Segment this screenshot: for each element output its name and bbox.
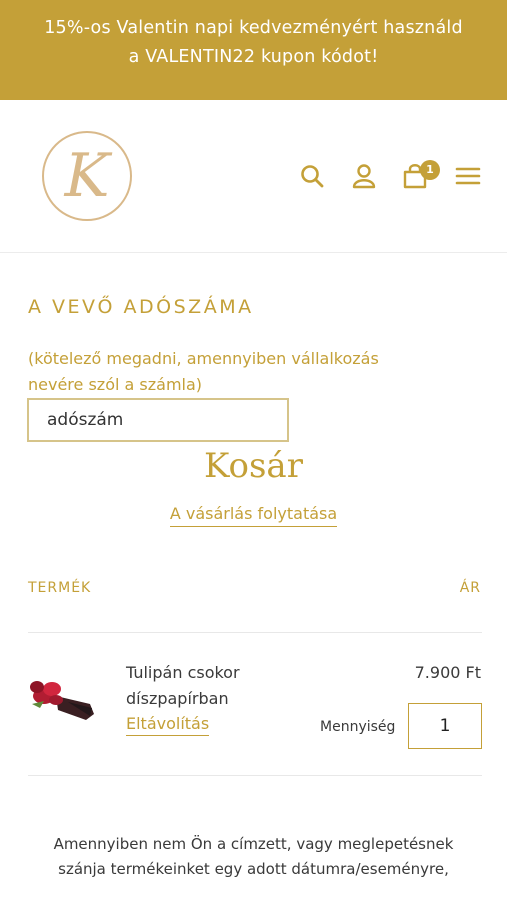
column-header-product: TERMÉK (28, 580, 92, 596)
menu-icon[interactable] (454, 162, 482, 190)
item-price: 7.900 Ft (414, 663, 481, 682)
quantity-input[interactable] (408, 703, 482, 749)
gift-note: Amennyiben nem Ön a címzett, vagy meglep… (20, 832, 487, 882)
promo-line-2: a VALENTIN22 kupon kódot! (128, 47, 379, 67)
gift-note-line-2: szánja termékeinket egy adott dátumra/es… (58, 860, 449, 878)
divider (28, 632, 482, 633)
cart-count-badge: 1 (420, 160, 440, 180)
gift-note-line-1: Amennyiben nem Ön a címzett, vagy meglep… (53, 835, 454, 853)
tax-number-help: (kötelező megadni, amennyiben vállalkozá… (28, 346, 488, 398)
product-name-line-1: Tulipán csokor (126, 663, 240, 682)
quantity-label: Mennyiség (320, 719, 396, 735)
product-image[interactable] (28, 674, 98, 724)
column-header-price: ÁR (459, 580, 481, 596)
site-header: K 1 (0, 100, 507, 253)
tax-help-line-1: (kötelező megadni, amennyiben vállalkozá… (28, 349, 379, 368)
continue-shopping-link[interactable]: A vásárlás folytatása (169, 504, 338, 527)
account-icon[interactable] (350, 162, 378, 190)
search-icon[interactable] (298, 162, 326, 190)
tax-number-heading: A VEVŐ ADÓSZÁMA (28, 296, 254, 318)
divider (28, 775, 482, 776)
tax-number-input[interactable] (27, 398, 289, 442)
continue-shopping: A vásárlás folytatása (0, 504, 507, 527)
brand-logo[interactable]: K (41, 130, 133, 222)
product-name-line-2: díszpapírban (126, 689, 229, 708)
promo-line-1: 15%-os Valentin napi kedvezményért haszn… (44, 18, 463, 38)
tax-help-line-2: nevére szól a számla) (28, 375, 203, 394)
product-name[interactable]: Tulipán csokor díszpapírban (126, 660, 296, 712)
remove-item-link[interactable]: Eltávolítás (126, 714, 210, 736)
page-title: Kosár (204, 446, 303, 486)
logo-letter: K (64, 141, 113, 211)
promo-banner: 15%-os Valentin napi kedvezményért haszn… (0, 0, 507, 100)
